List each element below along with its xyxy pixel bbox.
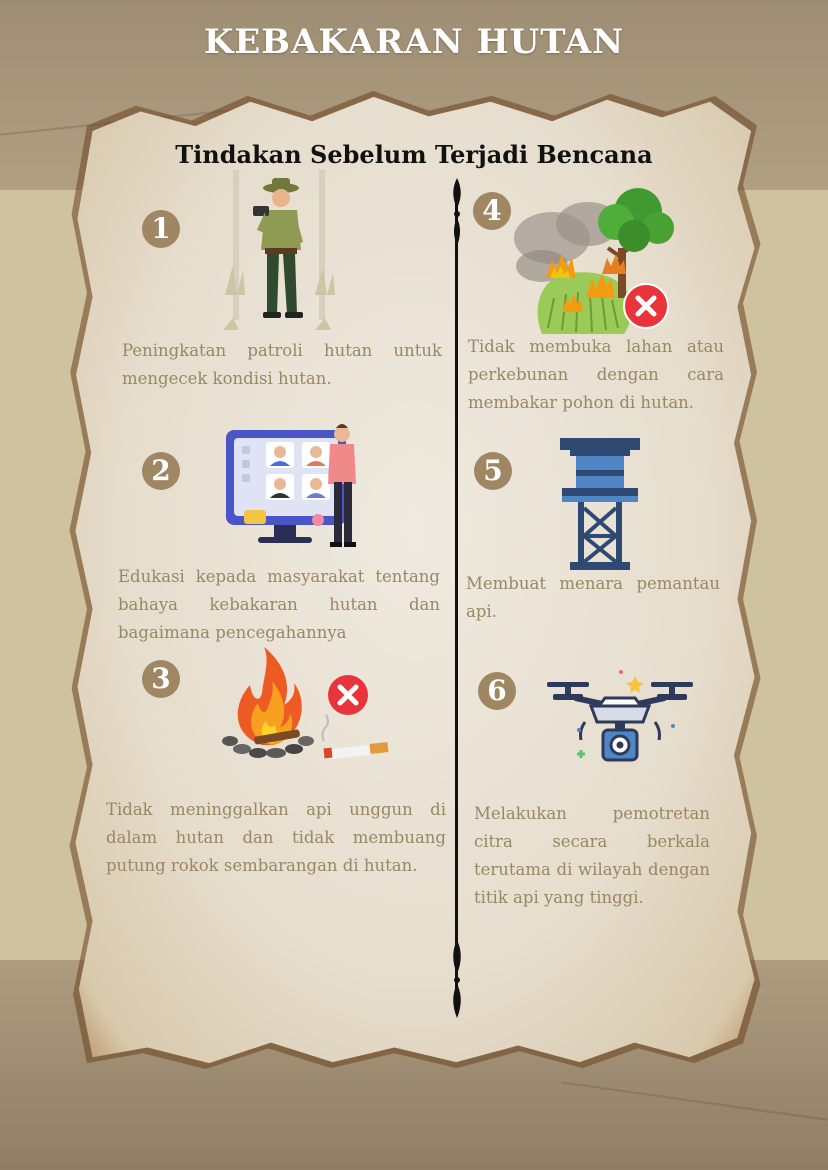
step-number-4: 4 (473, 192, 511, 230)
forest-ranger-icon (223, 170, 335, 330)
campfire-cigarette-icon (222, 647, 389, 760)
step-number-3: 3 (142, 660, 180, 698)
step-number-6: 6 (478, 672, 516, 710)
camera-drone-icon (547, 670, 693, 762)
step-text-2: Edukasi kepada masyarakat tentang bahaya… (118, 567, 440, 642)
step-number-5: 5 (474, 452, 512, 490)
video-conference-icon (226, 424, 356, 547)
section-subtitle: Tindakan Sebelum Terjadi Bencana (175, 140, 653, 169)
timeline-ornament-bottom-icon (453, 940, 461, 1018)
step-number-2: 2 (142, 452, 180, 490)
page-title: KEBAKARAN HUTAN (203, 22, 625, 62)
burning-forest-icon (514, 188, 674, 334)
step-text-6: Melakukan pemotretan citra secara berkal… (474, 804, 710, 907)
step-text-4: Tidak membuka lahan atau perkebunan deng… (468, 337, 724, 412)
step-text-1: Peningkatan patroli hutan untuk mengecek… (122, 341, 442, 388)
watch-tower-icon (560, 438, 640, 570)
step-number-1: 1 (142, 210, 180, 248)
step-text-5: Membuat menara pemantau api. (466, 574, 720, 621)
timeline-line (455, 185, 458, 1005)
timeline-ornament-top-icon (453, 178, 461, 246)
step-text-3: Tidak meninggalkan api unggun di dalam h… (106, 800, 446, 875)
